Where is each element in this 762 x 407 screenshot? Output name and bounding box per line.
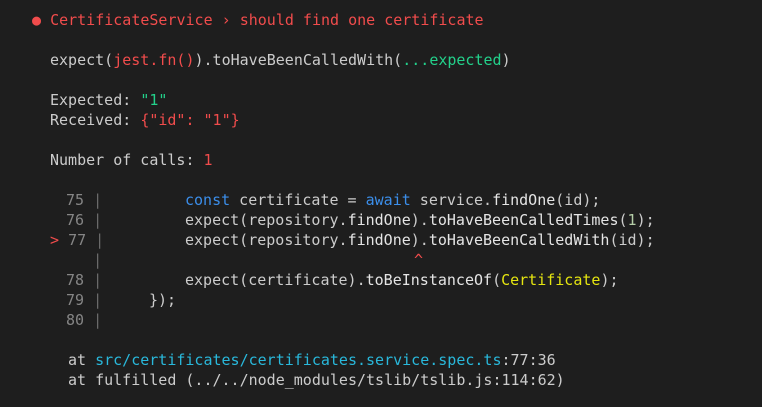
- keyword: const: [185, 191, 231, 209]
- function-name: findOne: [347, 231, 411, 249]
- function-name: findOne: [492, 191, 556, 209]
- terminal-output: ● CertificateService › should find one c…: [0, 0, 762, 407]
- number-literal: 1: [627, 211, 637, 229]
- test-name: should find one certificate: [239, 11, 484, 29]
- code-text-76: expect(repository.findOne).toHaveBeenCal…: [185, 211, 655, 229]
- stack-frame-1: at src/certificates/certificates.service…: [68, 351, 556, 369]
- header-separator: ›: [212, 11, 240, 29]
- received-line: Received: {"id": "1"}: [50, 110, 240, 130]
- error-pointer-icon: >: [50, 231, 60, 249]
- code-text-78: expect(certificate).toBeInstanceOf(Certi…: [185, 271, 619, 289]
- class-name: Certificate: [501, 271, 601, 289]
- keyword: await: [365, 191, 411, 209]
- expected-label: Expected:: [50, 91, 141, 109]
- matcher-prefix: expect(: [50, 51, 114, 69]
- code-caret-line: |: [66, 251, 103, 269]
- received-label: Received:: [50, 111, 141, 129]
- stack-file-link[interactable]: src/certificates/certificates.service.sp…: [95, 351, 501, 369]
- matcher-middle: ).toHaveBeenCalledWith(: [194, 51, 403, 69]
- expected-line: Expected: "1": [50, 90, 167, 110]
- fail-bullet-icon: ●: [32, 11, 42, 29]
- code-line-75: 75 |: [66, 191, 103, 209]
- calls-value: 1: [203, 151, 213, 169]
- matcher-suffix: ): [501, 51, 511, 69]
- code-line-76: 76 |: [66, 211, 103, 229]
- line-number: 77: [68, 231, 87, 249]
- code-line-79: 79 |: [66, 291, 103, 309]
- function-name: toHaveBeenCalledTimes: [428, 211, 619, 229]
- code-text-77: expect(repository.findOne).toHaveBeenCal…: [185, 231, 655, 249]
- matcher-spread: ...: [402, 51, 430, 69]
- error-caret-icon: ^: [414, 251, 424, 269]
- code-text-79: });: [149, 291, 177, 309]
- test-failure-header: ● CertificateService › should find one c…: [32, 10, 484, 30]
- line-number: 80: [66, 311, 85, 329]
- suite-name: CertificateService: [50, 11, 213, 29]
- line-number: 79: [66, 291, 85, 309]
- matcher-received: jest.fn(): [113, 51, 195, 69]
- function-name: findOne: [347, 211, 411, 229]
- matcher-expected: expected: [429, 51, 502, 69]
- code-text-75: const certificate = await service.findOn…: [185, 191, 601, 209]
- expected-value: "1": [140, 91, 168, 109]
- calls-label: Number of calls:: [50, 151, 204, 169]
- stack-file-text: fulfilled (../../node_modules/tslib/tsli…: [95, 371, 565, 389]
- matcher-line: expect(jest.fn()).toHaveBeenCalledWith(.…: [50, 50, 511, 70]
- line-number: 75: [66, 191, 85, 209]
- function-name: toBeInstanceOf: [365, 271, 493, 289]
- line-number: 78: [66, 271, 85, 289]
- received-value: {"id": "1"}: [140, 111, 240, 129]
- stack-frame-2: at fulfilled (../../node_modules/tslib/t…: [68, 371, 565, 389]
- stack-location: :77:36: [501, 351, 556, 369]
- code-line-80: 80 |: [66, 311, 103, 329]
- calls-line: Number of calls: 1: [50, 150, 213, 170]
- code-line-77: > 77 |: [50, 231, 105, 249]
- line-number: 76: [66, 211, 85, 229]
- function-name: toHaveBeenCalledWith: [428, 231, 610, 249]
- code-line-78: 78 |: [66, 271, 103, 289]
